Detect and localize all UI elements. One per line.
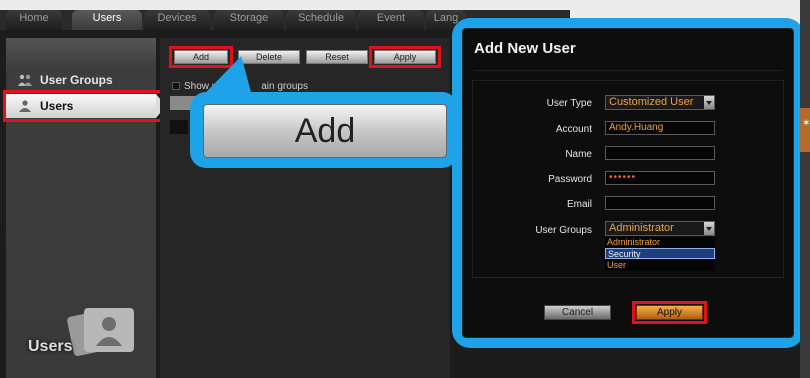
option-administrator[interactable]: Administrator — [605, 237, 715, 248]
password-field[interactable]: •••••• — [605, 171, 715, 185]
users-highlight-frame — [3, 90, 167, 122]
user-type-label: User Type — [546, 98, 592, 109]
callout-add-button: Add — [203, 104, 447, 158]
sidebar-item-label: User Groups — [40, 73, 113, 87]
user-type-value: Customized User — [609, 96, 694, 108]
right-side-tab[interactable] — [800, 108, 810, 152]
show-users-label-end: ain groups — [261, 81, 308, 92]
dialog-divider — [474, 70, 782, 71]
tab-schedule[interactable]: Schedule — [286, 10, 356, 30]
password-label: Password — [548, 174, 592, 185]
dialog-apply-highlight-frame — [632, 301, 707, 324]
star-icon: ✶ — [802, 118, 810, 129]
list-row[interactable] — [170, 120, 188, 134]
email-field[interactable] — [605, 196, 715, 210]
option-user[interactable]: User — [605, 260, 715, 271]
section-label: Users — [28, 338, 73, 355]
tab-event[interactable]: Event — [358, 10, 424, 30]
user-groups-icon — [18, 74, 32, 86]
user-groups-label: User Groups — [535, 225, 592, 236]
account-label: Account — [555, 124, 592, 135]
user-type-select[interactable]: Customized User — [605, 95, 715, 110]
show-users-checkbox[interactable] — [172, 82, 180, 90]
user-groups-select[interactable]: Administrator — [605, 221, 715, 236]
account-field[interactable]: Andy.Huang — [605, 121, 715, 135]
chevron-down-icon[interactable] — [704, 222, 714, 235]
tab-devices[interactable]: Devices — [144, 10, 210, 30]
reset-button[interactable]: Reset — [306, 50, 368, 64]
users-folder-icon — [67, 307, 134, 357]
option-security[interactable]: Security — [605, 248, 715, 259]
email-label: Email — [566, 199, 592, 210]
apply-highlight-frame — [369, 46, 441, 68]
right-edge-panel — [800, 0, 810, 378]
tab-storage[interactable]: Storage — [214, 10, 284, 30]
chevron-down-icon[interactable] — [704, 96, 714, 109]
tab-home[interactable]: Home — [6, 10, 62, 30]
tab-users[interactable]: Users — [72, 10, 142, 30]
user-groups-value: Administrator — [609, 222, 674, 234]
user-groups-options: Administrator Security User — [605, 237, 715, 271]
cancel-button[interactable]: Cancel — [544, 305, 611, 320]
sidebar-item-user-groups[interactable]: User Groups — [6, 68, 156, 92]
name-label: Name — [565, 149, 592, 160]
name-field[interactable] — [605, 146, 715, 160]
dialog-title: Add New User — [474, 40, 576, 57]
